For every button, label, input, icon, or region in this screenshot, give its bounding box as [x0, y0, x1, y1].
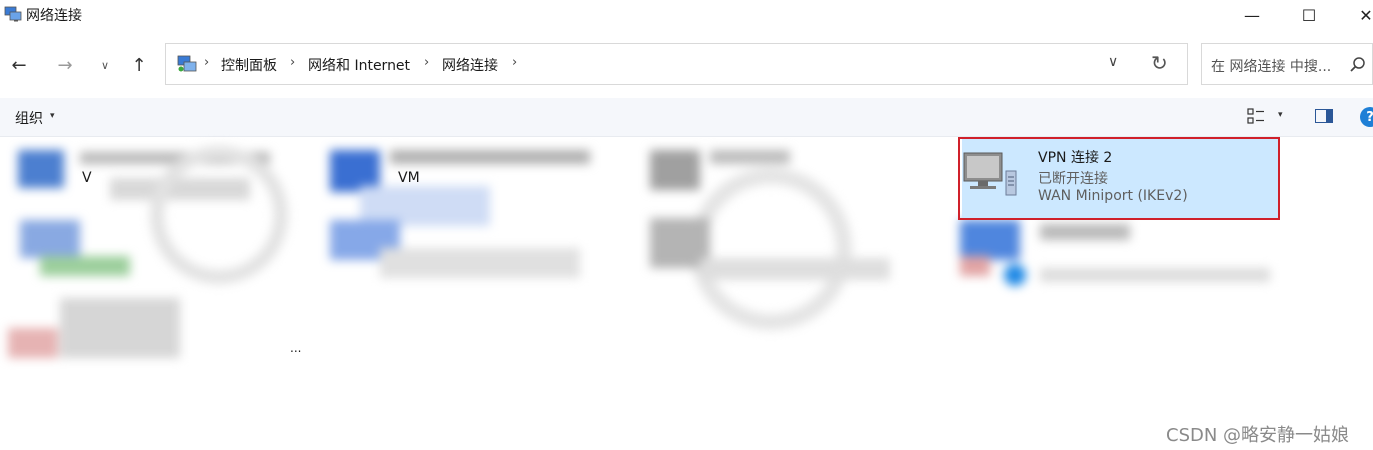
search-icon[interactable]	[1349, 56, 1367, 74]
title-bar: 网络连接 — ☐ ✕	[0, 0, 1373, 30]
breadcrumb-control-panel[interactable]: 控制面板	[221, 55, 277, 75]
organize-menu[interactable]: 组织	[15, 108, 43, 128]
network-connections-app-icon	[4, 6, 22, 22]
control-panel-icon	[177, 55, 197, 72]
redacted-connections-area: V VM ...	[0, 138, 960, 368]
command-bar: 组织 ▾ ▾ ?	[0, 98, 1373, 137]
breadcrumb-separator[interactable]: ›	[512, 55, 517, 70]
change-view-icon[interactable]	[1247, 107, 1265, 125]
view-options-caret-icon[interactable]: ▾	[1278, 110, 1283, 120]
search-box[interactable]: 在 网络连接 中搜...	[1201, 43, 1373, 85]
minimize-button[interactable]: —	[1229, 0, 1275, 30]
redacted-connection-col4	[960, 220, 1280, 290]
maximize-button[interactable]: ☐	[1286, 0, 1332, 30]
preview-pane-icon[interactable]	[1315, 109, 1333, 123]
organize-caret-icon[interactable]: ▾	[50, 111, 55, 121]
refresh-icon[interactable]: ↻	[1151, 51, 1168, 75]
breadcrumb-separator[interactable]: ›	[204, 55, 209, 70]
address-bar[interactable]: › 控制面板 › 网络和 Internet › 网络连接 › ∨ ↻	[165, 43, 1188, 85]
close-button[interactable]: ✕	[1343, 0, 1373, 30]
redacted-text-fragment: V	[82, 170, 92, 186]
redacted-text-fragment: VM	[398, 170, 420, 186]
breadcrumb-separator[interactable]: ›	[290, 55, 295, 70]
search-placeholder[interactable]: 在 网络连接 中搜...	[1211, 56, 1331, 76]
forward-button[interactable]: →	[52, 52, 78, 78]
breadcrumb-network-internet[interactable]: 网络和 Internet	[308, 55, 410, 75]
breadcrumb-separator[interactable]: ›	[424, 55, 429, 70]
recent-locations-button[interactable]: ∨	[92, 52, 118, 78]
window-title: 网络连接	[26, 8, 82, 24]
redacted-text-fragment: ...	[290, 341, 302, 355]
redaction-mosaic	[0, 138, 960, 368]
help-icon[interactable]: ?	[1360, 107, 1373, 127]
breadcrumb-network-connections[interactable]: 网络连接	[442, 55, 498, 75]
annotation-highlight-box	[958, 137, 1280, 220]
up-button[interactable]: ↑	[126, 52, 152, 78]
address-dropdown-icon[interactable]: ∨	[1108, 54, 1118, 70]
watermark-text: CSDN @略安静一姑娘	[1166, 425, 1350, 446]
back-button[interactable]: ←	[6, 52, 32, 78]
